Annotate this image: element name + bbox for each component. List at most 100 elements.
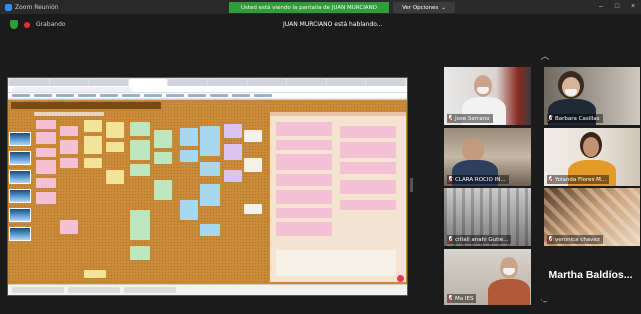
download-item[interactable]: [124, 287, 176, 293]
sticky-note[interactable]: [200, 126, 220, 156]
sticky-note[interactable]: [154, 180, 172, 200]
participant-tile-no-video[interactable]: Martha Baldíos...: [542, 249, 639, 301]
sticky-note[interactable]: [244, 130, 262, 142]
bookmark[interactable]: [34, 94, 52, 97]
sticky-note[interactable]: [276, 190, 332, 204]
sticky-note[interactable]: [106, 142, 124, 152]
sticky-note[interactable]: [340, 142, 396, 158]
bookmark[interactable]: [122, 94, 140, 97]
sticky-note[interactable]: [276, 250, 396, 276]
sticky-note[interactable]: [244, 158, 262, 172]
image-thumbnail[interactable]: [9, 151, 31, 165]
sticky-note[interactable]: [340, 126, 396, 138]
sticky-note[interactable]: [106, 170, 124, 184]
sticky-note[interactable]: [276, 222, 332, 236]
shared-screen[interactable]: [7, 77, 408, 296]
browser-tab[interactable]: [10, 79, 49, 86]
chevron-up-icon[interactable]: ︿: [537, 49, 553, 63]
sticky-note[interactable]: [154, 130, 172, 148]
bookmark[interactable]: [232, 94, 250, 97]
sticky-note[interactable]: [84, 158, 102, 168]
sticky-note[interactable]: [276, 154, 332, 170]
sticky-note[interactable]: [130, 164, 150, 176]
bookmark[interactable]: [56, 94, 74, 97]
sticky-note[interactable]: [60, 158, 78, 168]
panel-splitter[interactable]: [410, 178, 413, 192]
participant-tile[interactable]: citlali anahi Gutié...: [444, 188, 531, 246]
sticky-note[interactable]: [224, 144, 242, 160]
sticky-note[interactable]: [36, 148, 56, 157]
browser-tab[interactable]: [89, 79, 128, 86]
sticky-note[interactable]: [200, 162, 220, 176]
participant-tile[interactable]: Barbara Casillas: [544, 67, 640, 125]
url-field[interactable]: [12, 86, 132, 92]
image-thumbnail[interactable]: [9, 227, 31, 241]
sticky-note[interactable]: [180, 200, 198, 220]
browser-tab[interactable]: [168, 79, 207, 86]
sticky-note[interactable]: [340, 180, 396, 194]
shield-icon[interactable]: [10, 20, 18, 29]
download-item[interactable]: [12, 287, 64, 293]
sticky-note[interactable]: [224, 124, 242, 138]
sticky-note[interactable]: [36, 160, 56, 174]
add-post-button[interactable]: [397, 275, 404, 282]
sticky-note[interactable]: [276, 122, 332, 136]
sticky-note[interactable]: [276, 208, 332, 218]
sticky-note[interactable]: [130, 210, 150, 240]
participant-tile[interactable]: Jose Serrano: [444, 67, 531, 125]
bookmark[interactable]: [166, 94, 184, 97]
sticky-note[interactable]: [224, 170, 242, 182]
participant-tile[interactable]: veronica chavez: [544, 188, 640, 246]
bookmark[interactable]: [254, 94, 272, 97]
download-item[interactable]: [68, 287, 120, 293]
sticky-note[interactable]: [130, 140, 150, 160]
sticky-note[interactable]: [60, 140, 78, 154]
sticky-note[interactable]: [60, 126, 78, 136]
bookmark[interactable]: [144, 94, 162, 97]
sticky-note[interactable]: [36, 192, 56, 204]
sticky-note[interactable]: [340, 200, 396, 210]
sticky-note[interactable]: [36, 120, 56, 129]
bookmark[interactable]: [78, 94, 96, 97]
sticky-note[interactable]: [84, 136, 102, 154]
bookmark[interactable]: [12, 94, 30, 97]
browser-tab[interactable]: [366, 79, 405, 86]
bookmark[interactable]: [210, 94, 228, 97]
sticky-note[interactable]: [130, 122, 150, 136]
sticky-note[interactable]: [200, 184, 220, 206]
minimize-button[interactable]: –: [597, 3, 605, 10]
bookmark[interactable]: [100, 94, 118, 97]
image-thumbnail[interactable]: [9, 208, 31, 222]
sticky-note[interactable]: [36, 132, 56, 144]
maximize-button[interactable]: □: [613, 3, 621, 10]
sticky-note[interactable]: [200, 224, 220, 236]
sticky-note[interactable]: [276, 174, 332, 186]
participant-tile[interactable]: CLARA ROCIO IN...: [444, 128, 531, 186]
sticky-note[interactable]: [130, 246, 150, 260]
sticky-note[interactable]: [106, 122, 124, 138]
image-thumbnail[interactable]: [9, 132, 31, 146]
image-thumbnail[interactable]: [9, 170, 31, 184]
sticky-note[interactable]: [36, 178, 56, 188]
image-thumbnail[interactable]: [9, 189, 31, 203]
sticky-note[interactable]: [276, 140, 332, 150]
sticky-note[interactable]: [180, 150, 198, 162]
browser-tab[interactable]: [287, 79, 326, 86]
padlet-board[interactable]: [8, 100, 407, 286]
browser-tab[interactable]: [128, 79, 168, 86]
participant-tile[interactable]: Ma IES: [444, 249, 531, 305]
browser-tab[interactable]: [207, 79, 247, 86]
browser-tab[interactable]: [49, 79, 89, 86]
sticky-note[interactable]: [154, 152, 172, 164]
sticky-note[interactable]: [180, 128, 198, 146]
close-button[interactable]: ×: [629, 3, 637, 10]
sticky-note[interactable]: [244, 204, 262, 214]
sticky-note[interactable]: [84, 270, 106, 278]
participant-tile[interactable]: Yolanda Flores M...: [544, 128, 640, 186]
browser-tab[interactable]: [247, 79, 287, 86]
sticky-note[interactable]: [340, 162, 396, 174]
sticky-note[interactable]: [60, 220, 78, 234]
bookmark[interactable]: [188, 94, 206, 97]
browser-tab[interactable]: [326, 79, 366, 86]
view-options-button[interactable]: Ver Opciones ⌄: [393, 2, 455, 13]
